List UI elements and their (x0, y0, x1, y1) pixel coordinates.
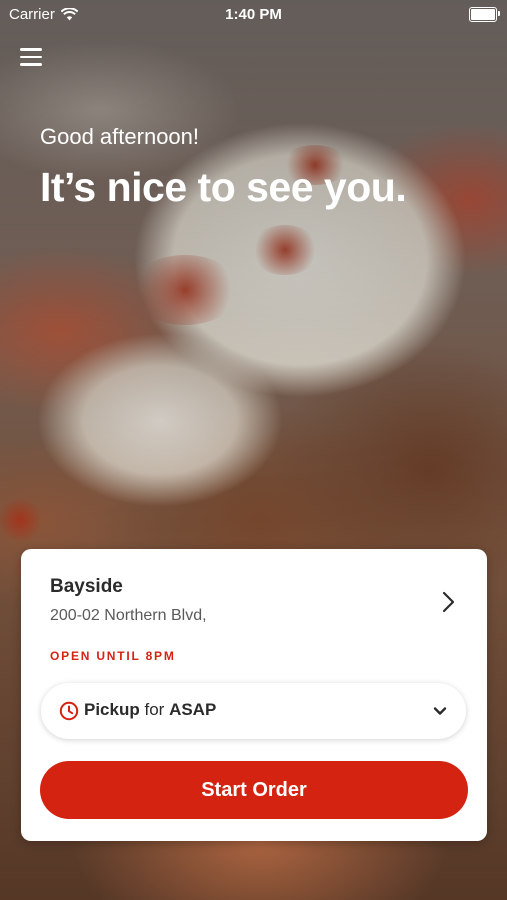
battery-icon (469, 7, 500, 22)
clock-icon (59, 701, 79, 721)
menu-icon-bar (20, 63, 42, 66)
chevron-right-icon (442, 591, 455, 613)
greeting-text: Good afternoon! (40, 124, 200, 149)
status-time: 1:40 PM (225, 6, 282, 23)
welcome-headline: It’s nice to see you. (40, 164, 407, 210)
location-selector[interactable]: Bayside 200-02 Northern Blvd, OPEN UNTIL… (21, 549, 487, 679)
start-order-button[interactable]: Start Order (40, 761, 468, 819)
status-bar: Carrier 1:40 PM (0, 0, 507, 28)
location-address: 200-02 Northern Blvd, (50, 607, 207, 624)
hamburger-menu-button[interactable] (20, 48, 42, 68)
order-mode-dropdown[interactable]: Pickup for ASAP (41, 683, 466, 739)
order-mode-time: ASAP (169, 700, 217, 719)
location-hours: OPEN UNTIL 8PM (50, 649, 176, 663)
menu-icon-bar (20, 55, 42, 58)
order-mode-label: Pickup for ASAP (84, 700, 216, 720)
order-mode-connector: for (144, 700, 165, 719)
chevron-down-icon (433, 707, 447, 715)
menu-icon-bar (20, 48, 42, 51)
order-mode-type: Pickup (84, 700, 140, 719)
location-name: Bayside (50, 576, 123, 597)
order-card: Bayside 200-02 Northern Blvd, OPEN UNTIL… (21, 549, 487, 841)
